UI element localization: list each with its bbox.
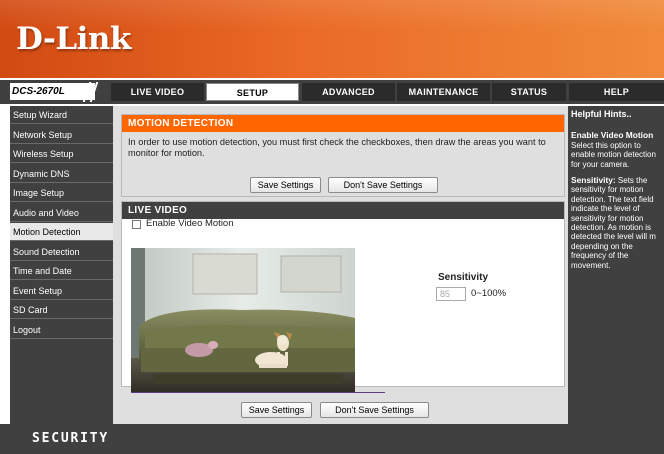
footer-security-label: SECURITY xyxy=(32,431,110,446)
sidebar-item-audio-video[interactable]: Audio and Video xyxy=(10,203,113,222)
enable-video-motion-label: Enable Video Motion xyxy=(146,218,234,229)
model-divider xyxy=(76,82,106,102)
helpful-hints-panel: Helpful Hints.. Enable Video Motion Sele… xyxy=(568,106,664,424)
hint-sensitivity: Sensitivity: Sets the sensitivity for mo… xyxy=(571,175,661,270)
sidebar-item-network-setup[interactable]: Network Setup xyxy=(10,125,113,144)
live-video-title: LIVE VIDEO xyxy=(122,202,564,219)
tab-setup[interactable]: SETUP xyxy=(206,83,299,101)
sidebar-item-sound-detection[interactable]: Sound Detection xyxy=(10,242,113,261)
tab-live-video[interactable]: LIVE VIDEO xyxy=(111,83,204,101)
motion-detection-description: In order to use motion detection, you mu… xyxy=(128,137,546,158)
hint-sensitivity-line: Sets the xyxy=(615,176,648,186)
sidebar-item-dynamic-dns[interactable]: Dynamic DNS xyxy=(10,164,113,183)
hint-sensitivity-line: sensitivity for motion xyxy=(571,185,644,195)
hint-sensitivity-heading: Sensitivity: xyxy=(571,175,616,186)
hint-enable-line: for your camera. xyxy=(571,159,630,169)
hint-enable-video-motion: Enable Video Motion Select this option t… xyxy=(571,131,661,169)
sidebar-item-event-setup[interactable]: Event Setup xyxy=(10,281,113,300)
hint-sensitivity-line: detection. As motion is xyxy=(571,223,652,233)
sensitivity-range-label: 0~100% xyxy=(471,288,507,299)
hint-sensitivity-line: detection. The text field xyxy=(571,194,654,204)
dont-save-settings-button-bottom[interactable]: Don't Save Settings xyxy=(320,402,429,418)
sidebar-item-wireless-setup[interactable]: Wireless Setup xyxy=(10,145,113,163)
camera-live-view[interactable] xyxy=(131,248,355,392)
tab-status[interactable]: STATUS xyxy=(492,83,566,101)
dont-save-settings-button-top[interactable]: Don't Save Settings xyxy=(328,177,438,193)
sidebar-item-sd-card[interactable]: SD Card xyxy=(10,301,113,319)
hint-enable-line: enable motion detection xyxy=(571,150,656,160)
header-banner: D-Link xyxy=(0,0,664,78)
top-nav: DCS-2670L LIVE VIDEO SETUP ADVANCED MAIN… xyxy=(0,80,664,104)
hint-enable-line: Select this option to xyxy=(571,140,641,150)
hint-sensitivity-line: detected the level will m xyxy=(571,232,656,242)
save-settings-button-bottom[interactable]: Save Settings xyxy=(241,402,312,418)
hint-sensitivity-line: depending on the xyxy=(571,241,633,251)
hints-title: Helpful Hints.. xyxy=(571,109,632,119)
main-content: MOTION DETECTION In order to use motion … xyxy=(113,106,568,424)
save-settings-button-top[interactable]: Save Settings xyxy=(250,177,321,193)
hint-sensitivity-line: sensitivity for motion xyxy=(571,213,644,223)
camera-image xyxy=(131,248,355,392)
motion-detection-title: MOTION DETECTION xyxy=(122,115,564,132)
sidebar-item-logout[interactable]: Logout xyxy=(10,320,113,339)
enable-video-motion-checkbox[interactable] xyxy=(132,220,141,229)
sidebar-item-image-setup[interactable]: Image Setup xyxy=(10,184,113,202)
hint-enable-heading: Enable Video Motion xyxy=(571,130,654,141)
hint-sensitivity-line: frequency of the xyxy=(571,251,629,261)
sensitivity-input[interactable]: 85 xyxy=(436,287,466,301)
footer-bar: SECURITY xyxy=(0,424,664,454)
tab-advanced[interactable]: ADVANCED xyxy=(302,83,395,101)
motion-detection-panel: MOTION DETECTION In order to use motion … xyxy=(121,114,565,197)
tab-maintenance[interactable]: MAINTENANCE xyxy=(397,83,490,101)
sidebar-item-motion-detection[interactable]: Motion Detection xyxy=(10,223,113,241)
live-video-panel: LIVE VIDEO Enable Video Motion Sensitivi… xyxy=(121,201,565,393)
camera-view-underline xyxy=(131,392,385,393)
tab-help[interactable]: HELP xyxy=(569,83,664,101)
sidebar: Setup Wizard Network Setup Wireless Setu… xyxy=(10,106,113,424)
sidebar-item-time-date[interactable]: Time and Date xyxy=(10,262,113,280)
sidebar-item-setup-wizard[interactable]: Setup Wizard xyxy=(10,106,113,124)
hint-sensitivity-line: movement. xyxy=(571,260,611,270)
hint-sensitivity-line: indicate the level of xyxy=(571,204,640,214)
sensitivity-label: Sensitivity xyxy=(438,272,489,283)
dlink-logo: D-Link xyxy=(16,21,131,57)
